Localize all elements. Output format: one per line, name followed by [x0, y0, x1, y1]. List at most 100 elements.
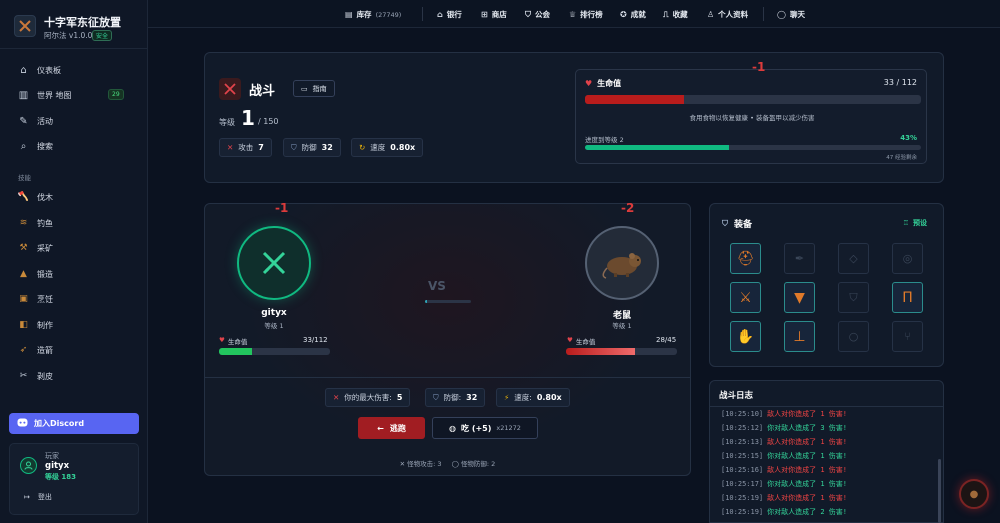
sidebar-item-dashboard[interactable]: ⌂ 仪表板	[18, 63, 61, 77]
arrow-left-icon: ←	[377, 423, 384, 433]
sidebar-item-mining[interactable]: ⚒ 采矿	[18, 241, 53, 255]
chestplate-icon: ▼	[794, 289, 805, 306]
profile-label: 个人资料	[718, 10, 749, 19]
sidebar-item-woodcutting[interactable]: 🪓 伐木	[18, 190, 53, 204]
user-card: 玩家 gityx 等级 183 ↦ 登出	[9, 443, 139, 515]
top-navigation: ▤ 库存 (27749) ⌂ 银行 ⊞ 商店 ⛉ 公会 ♕ 排行榜 ✪ 成就 ⎍ 收藏 ♙ 个…	[148, 0, 1000, 28]
shirt-icon: ♖	[902, 219, 909, 227]
log-entry: [10:25:15] 你对敌人造成了 1 伤害!	[721, 449, 931, 463]
player-hp-bar	[219, 348, 330, 355]
sidebar-item-fletching[interactable]: ➶ 造箭	[18, 343, 53, 357]
equipment-slot[interactable]: ⛑	[730, 243, 761, 274]
flee-button[interactable]: ← 逃跑	[358, 417, 425, 439]
preset-button[interactable]: ♖ 预设	[903, 218, 927, 228]
feather-icon: ✒	[794, 252, 805, 265]
hp-label: 生命值	[597, 79, 622, 88]
eat-button[interactable]: ◍ 吃 (+5) x21272	[432, 417, 538, 439]
leaderboard-button[interactable]: ♕ 排行榜	[569, 9, 603, 20]
sidebar-item-activity[interactable]: ✎ 活动	[18, 114, 53, 128]
discord-icon	[17, 418, 28, 429]
equipment-slot[interactable]: ▼	[784, 282, 815, 313]
combat-level: 1	[241, 106, 255, 130]
join-discord-button[interactable]: 加入Discord	[9, 413, 139, 434]
equipment-slot[interactable]: ⛉	[838, 282, 869, 313]
enemy-avatar	[585, 226, 659, 300]
cookie-icon: ◍	[449, 423, 457, 433]
sidebar-item-label: 世界 地图	[37, 90, 72, 100]
player-hp-label: ♥ 生命值	[219, 336, 247, 346]
combat-status-icon[interactable]: ●	[959, 479, 989, 509]
equipment-slot[interactable]: ⚔	[730, 282, 761, 313]
achievements-button[interactable]: ✪ 成就	[620, 9, 646, 20]
sidebar-item-label: 钓鱼	[37, 218, 53, 228]
equipment-slot[interactable]: Π	[892, 282, 923, 313]
battle-speed-stat: ⚡ 速度: 0.80x	[496, 388, 570, 407]
equipment-slot[interactable]: ○	[838, 321, 869, 352]
equipment-slot[interactable]: ✋	[730, 321, 761, 352]
ring-slot-icon: ○	[848, 330, 859, 343]
sidebar-item-label: 锻造	[37, 269, 53, 279]
combat-title: 战斗	[249, 84, 276, 99]
user-level: 等级 183	[45, 473, 77, 481]
app-logo-icon[interactable]	[14, 15, 36, 37]
player-hp-value: 33/112	[303, 336, 328, 344]
guild-button[interactable]: ⛉ 公会	[525, 9, 550, 20]
battle-log-title: 战斗日志	[719, 391, 754, 401]
logout-label: 登出	[37, 493, 52, 501]
bank-icon: ⌂	[437, 10, 443, 19]
equipment-title: 装备	[734, 220, 753, 230]
sidebar-item-world-map[interactable]: ▥ 世界 地图	[18, 88, 72, 102]
arena-divider	[205, 377, 690, 378]
equipment-slot[interactable]: ✒	[784, 243, 815, 274]
profile-button[interactable]: ♙ 个人资料	[707, 9, 748, 20]
bank-button[interactable]: ⌂ 银行	[437, 9, 462, 20]
user-icon: ♙	[707, 10, 715, 19]
equipment-slot[interactable]: ⑂	[892, 321, 923, 352]
battle-defense-label: 防御:	[443, 393, 462, 402]
log-time: [10:25:13]	[721, 438, 764, 446]
equipment-slot[interactable]: ⊥	[784, 321, 815, 352]
sidebar-item-cooking[interactable]: ▣ 烹饪	[18, 292, 53, 306]
log-message: 敌人对你造成了 1 伤害!	[767, 410, 848, 418]
monster-attack: ✕ 怪物攻击: 3	[400, 458, 442, 468]
collection-button[interactable]: ⎍ 收藏	[663, 9, 688, 20]
sidebar-item-smithing[interactable]: ▲ 锻造	[18, 267, 53, 281]
world-map-badge: 29	[108, 89, 124, 100]
shop-button[interactable]: ⊞ 商店	[481, 9, 507, 20]
achievement-icon: ✪	[620, 10, 627, 19]
progress-percent: 43%	[900, 134, 917, 142]
equipment-slot[interactable]: ◇	[838, 243, 869, 274]
combat-summary-panel: 战斗 ▭ 指南 等级 1 / 150 ✕ 攻击 7 ⛉ 防御 32 ↻ 速度 0…	[204, 52, 944, 183]
rat-icon: ●	[969, 488, 979, 500]
sidebar-item-crafting[interactable]: ◧ 制作	[18, 318, 53, 332]
guide-button[interactable]: ▭ 指南	[293, 80, 335, 97]
monster-stats: ✕ 怪物攻击: 3 ◯ 怪物防御: 2	[205, 458, 690, 468]
progress-bar	[585, 145, 921, 150]
eat-count: x21272	[496, 424, 521, 432]
sidebar-item-fishing[interactable]: ≋ 钓鱼	[18, 216, 53, 230]
logout-button[interactable]: ↦ 登出	[24, 492, 52, 502]
sidebar-item-search[interactable]: ⌕ 搜索	[18, 139, 53, 153]
gem-icon: ◇	[849, 252, 858, 265]
sidebar-item-label: 剥皮	[37, 371, 53, 381]
hp-header: ♥ 生命值	[585, 78, 621, 89]
hp-box: ♥ 生命值 33 / 112 食用食物以恢复健康 • 装备盔甲以减少伤害 进度到…	[575, 69, 927, 164]
bank-label: 银行	[446, 10, 462, 19]
inventory-button[interactable]: ▤ 库存 (27749)	[345, 9, 401, 20]
avatar[interactable]	[20, 457, 37, 474]
enemy-hp-fill	[566, 348, 635, 355]
cooking-icon: ▣	[19, 294, 28, 304]
log-entry: [10:25:19] 你对敌人造成了 2 伤害!	[721, 505, 931, 519]
collection-label: 收藏	[672, 10, 688, 19]
equipment-slot[interactable]: ◎	[892, 243, 923, 274]
lightning-icon: ⚡	[504, 393, 510, 402]
battle-speed-label: 速度:	[514, 393, 532, 402]
heart-icon: ♥	[219, 336, 225, 344]
monster-defense: ◯ 怪物防御: 2	[452, 458, 496, 468]
log-scrollbar[interactable]	[938, 459, 941, 523]
hp-bar	[585, 95, 921, 104]
log-message: 你对敌人造成了 3 伤害!	[767, 424, 848, 432]
chat-button[interactable]: ◯ 聊天	[777, 9, 805, 20]
sidebar-item-skinning[interactable]: ✂ 剥皮	[18, 369, 53, 383]
log-message: 你对敌人造成了 1 伤害!	[767, 452, 848, 460]
